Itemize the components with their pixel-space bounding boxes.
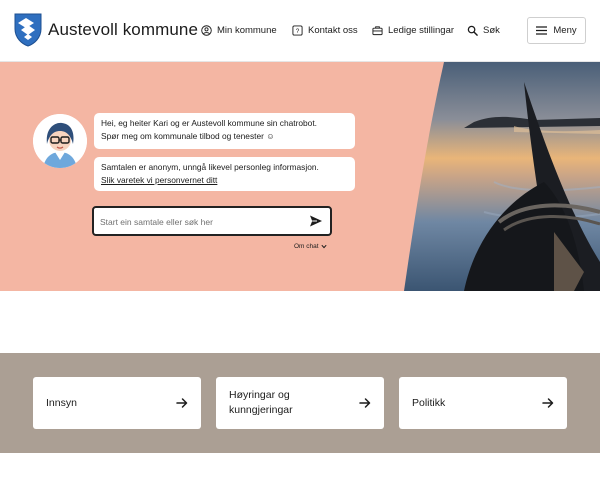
card-label-line: Høyringar og xyxy=(229,389,290,401)
privacy-link[interactable]: Slik varetek vi personvernet ditt xyxy=(101,175,217,185)
chatbot-hero: Hei, eg heiter Kari og er Austevoll komm… xyxy=(0,62,600,291)
message-text: Samtalen er anonym, unngå likevel person… xyxy=(101,162,319,172)
card-label: Politikk xyxy=(412,396,445,411)
nav-label: Ledige stillingar xyxy=(388,25,455,36)
chevron-down-icon xyxy=(320,244,327,249)
menu-button[interactable]: Meny xyxy=(527,17,586,44)
arrow-right-icon xyxy=(176,398,188,408)
chat-square-icon: ? xyxy=(292,25,303,36)
nav-label: Kontakt oss xyxy=(308,25,358,36)
nav-kontakt-oss[interactable]: ? Kontakt oss xyxy=(292,25,358,36)
message-text: Spør meg om kommunale tilbod og tenester… xyxy=(101,131,275,141)
menu-label: Meny xyxy=(553,25,577,36)
chat-input-box xyxy=(92,206,332,236)
about-chat-label: Om chat xyxy=(294,243,319,250)
nav-min-kommune[interactable]: Min kommune xyxy=(201,25,277,36)
shortcut-band: Innsyn Høyringar og kunngjeringar Politi… xyxy=(0,353,600,453)
nav-sok[interactable]: Søk xyxy=(467,25,500,36)
chatbot-avatar xyxy=(33,114,87,168)
card-label: Innsyn xyxy=(46,396,77,411)
svg-text:?: ? xyxy=(296,28,300,35)
user-circle-icon xyxy=(201,25,212,36)
card-label: Høyringar og kunngjeringar xyxy=(229,388,293,418)
arrow-right-icon xyxy=(542,398,554,408)
shortcut-card-innsyn[interactable]: Innsyn xyxy=(33,377,201,429)
search-icon xyxy=(467,25,478,36)
card-label-line: Innsyn xyxy=(46,397,77,409)
nav-label: Søk xyxy=(483,25,500,36)
chatbot-privacy-message: Samtalen er anonym, unngå likevel person… xyxy=(94,157,355,191)
send-icon[interactable] xyxy=(309,214,323,228)
nav-label: Min kommune xyxy=(217,25,277,36)
hero-sunset-photo xyxy=(404,62,600,291)
chat-search-input[interactable] xyxy=(100,214,300,230)
card-label-line: Politikk xyxy=(412,397,446,409)
coat-of-arms-logo[interactable] xyxy=(14,13,42,47)
site-title[interactable]: Austevoll kommune xyxy=(48,20,198,40)
card-label-line: kunngjeringar xyxy=(229,404,293,416)
about-chat-toggle[interactable]: Om chat xyxy=(294,243,327,250)
shortcut-card-hoyringar[interactable]: Høyringar og kunngjeringar xyxy=(216,377,384,429)
hamburger-icon xyxy=(536,26,548,35)
arrow-right-icon xyxy=(359,398,371,408)
message-text: Hei, eg heiter Kari og er Austevoll komm… xyxy=(101,118,317,128)
chatbot-greeting-message: Hei, eg heiter Kari og er Austevoll komm… xyxy=(94,113,355,149)
briefcase-icon xyxy=(372,26,383,36)
site-header: Austevoll kommune Min kommune ? Kontakt … xyxy=(0,0,600,62)
nav-ledige-stillingar[interactable]: Ledige stillingar xyxy=(372,25,454,36)
chatbot-avatar-icon xyxy=(33,114,87,168)
shortcut-card-politikk[interactable]: Politikk xyxy=(399,377,567,429)
